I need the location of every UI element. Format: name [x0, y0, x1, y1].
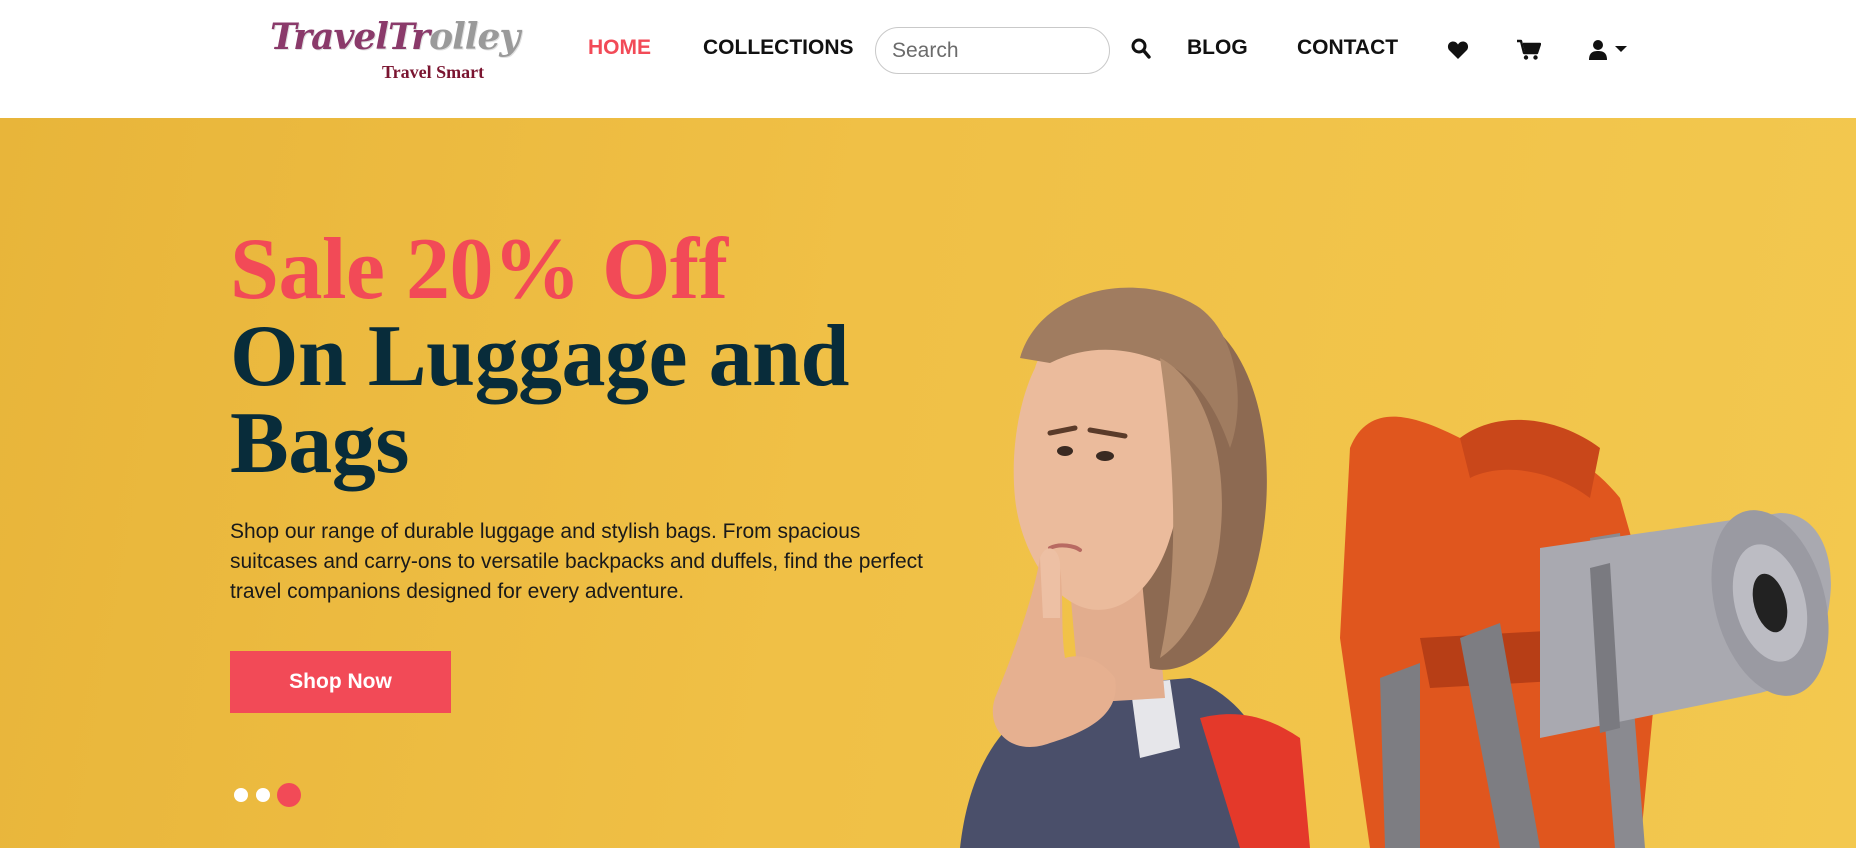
- cart-icon[interactable]: [1517, 39, 1541, 61]
- hero-banner: Sale 20% Off On Luggage and Bags Shop ou…: [0, 118, 1856, 848]
- search-input[interactable]: [875, 27, 1110, 74]
- logo-wordmark: TravelTrolley: [270, 16, 520, 58]
- hero-headline-line2: On Luggage and: [230, 308, 849, 405]
- hero-traveler-image: [960, 287, 1831, 848]
- nav-collections[interactable]: COLLECTIONS: [703, 36, 854, 60]
- nav-home[interactable]: HOME: [588, 36, 651, 60]
- nav-blog[interactable]: BLOG: [1187, 36, 1248, 60]
- search-icon[interactable]: [1131, 38, 1151, 60]
- shop-now-button[interactable]: Shop Now: [230, 651, 451, 713]
- nav-contact[interactable]: CONTACT: [1297, 36, 1398, 60]
- caret-down-icon[interactable]: [1614, 45, 1628, 53]
- user-icon[interactable]: [1589, 39, 1609, 61]
- site-header: TravelTrolley Travel Smart HOME COLLECTI…: [0, 0, 1856, 118]
- heart-icon[interactable]: [1447, 40, 1469, 60]
- carousel-dot-3[interactable]: [277, 783, 301, 807]
- site-logo[interactable]: TravelTrolley Travel Smart: [270, 16, 520, 86]
- carousel-dot-1[interactable]: [234, 788, 248, 802]
- logo-tagline: Travel Smart: [382, 62, 485, 82]
- hero-headline: Sale 20% Off On Luggage and Bags: [230, 221, 950, 492]
- hero-headline-sale: Sale 20% Off: [230, 221, 728, 318]
- carousel-dot-2[interactable]: [256, 788, 270, 802]
- hero-description: Shop our range of durable luggage and st…: [230, 520, 923, 603]
- hero-headline-line3: Bags: [230, 395, 409, 492]
